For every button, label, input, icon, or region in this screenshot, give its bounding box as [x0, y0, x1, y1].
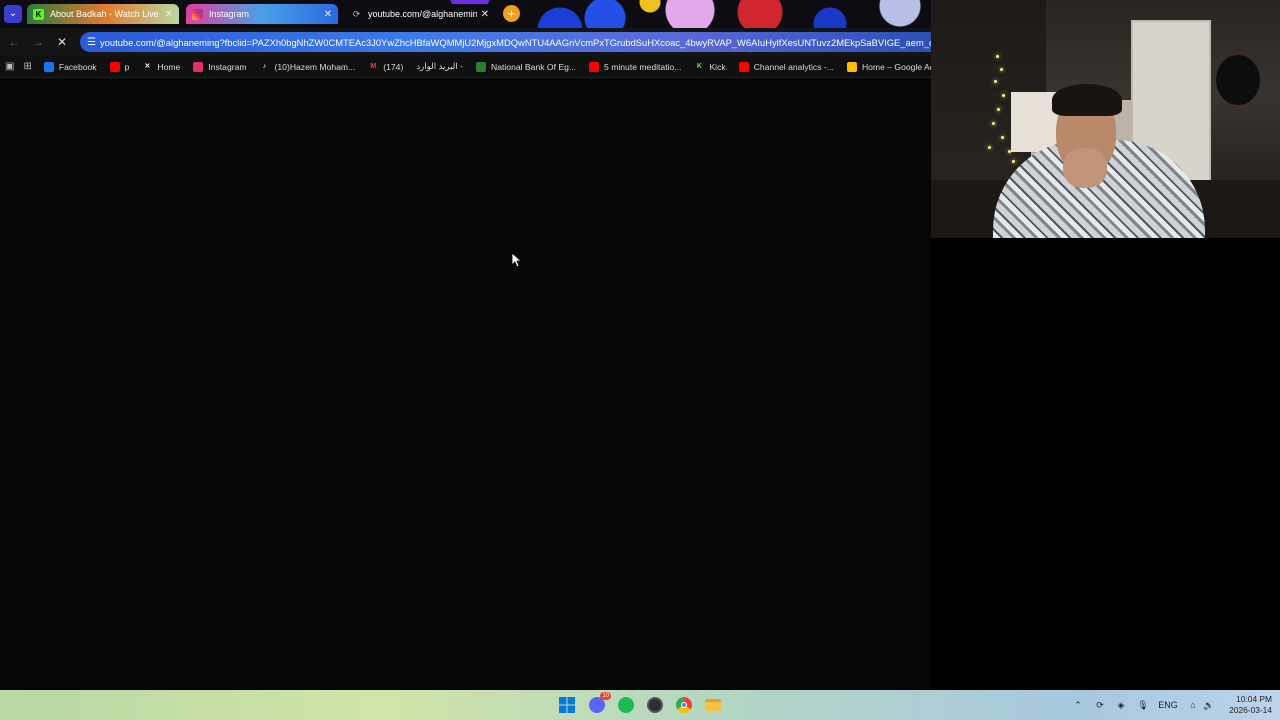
- browser-window: ⌄ K About Badkah - Watch Live on ✕ Insta…: [0, 0, 931, 690]
- back-button[interactable]: ←: [5, 33, 23, 51]
- bookmark-label: Channel analytics -...: [753, 61, 834, 72]
- bookmark-item[interactable]: K Kick: [694, 61, 726, 72]
- windows-start-icon[interactable]: [556, 694, 578, 716]
- loading-icon: ⟳: [352, 8, 361, 19]
- date: 2026-03-14: [1229, 705, 1272, 715]
- bookmark-label: 5 minute meditatio...: [604, 61, 682, 72]
- discord-icon[interactable]: 10: [586, 692, 611, 716]
- file-explorer-icon[interactable]: [702, 694, 724, 716]
- tab-strip: ⌄ K About Badkah - Watch Live on ✕ Insta…: [0, 0, 931, 28]
- close-icon[interactable]: ✕: [481, 9, 489, 20]
- close-icon[interactable]: ✕: [165, 9, 173, 20]
- google-ads-icon: [846, 61, 857, 72]
- apps-grid-icon[interactable]: ⊞: [23, 61, 31, 73]
- kick-icon: K: [696, 62, 702, 70]
- bookmarks-bar: ▣ ⊞ Facebook p ✕ Home Instagram ♪ (10)Hazem Mo…: [0, 56, 931, 78]
- x-icon: ✕: [144, 62, 151, 70]
- time: 10:04 PM: [1236, 694, 1272, 704]
- bookmark-item[interactable]: Facebook: [43, 61, 97, 72]
- bookmark-label: (10)Hazem Moham...: [274, 61, 356, 72]
- instagram-icon: [192, 8, 203, 20]
- kick-icon: K: [33, 8, 44, 20]
- bookmark-label: (174): [383, 61, 404, 72]
- tab-instagram[interactable]: Instagram ✕: [186, 4, 338, 24]
- spotify-icon[interactable]: [615, 694, 637, 716]
- instagram-icon: [193, 61, 204, 72]
- facebook-icon: [43, 61, 54, 72]
- browser-toolbar: ← → ✕ ☰ youtube.com/@alghaneming?fbclid=…: [0, 28, 931, 56]
- bookmark-item[interactable]: National Bank Of Eg...: [476, 61, 577, 72]
- sync-icon[interactable]: ⟳: [1093, 698, 1107, 712]
- string-lights: [986, 50, 1016, 170]
- bookmark-label: p: [124, 61, 130, 72]
- bookmark-label: Facebook: [58, 61, 97, 72]
- tab-youtube[interactable]: ⟳ youtube.com/@alghaneming?f ✕: [345, 4, 495, 24]
- youtube-icon: [109, 61, 120, 72]
- youtube-icon: [738, 61, 749, 72]
- bookmark-item[interactable]: ♪ (10)Hazem Moham...: [260, 61, 356, 72]
- bookmark-label: Home – Google Ad...: [861, 61, 931, 72]
- new-tab-button[interactable]: +: [503, 5, 520, 22]
- url-text: youtube.com/@alghaneming?fbclid=PAZXh0bg…: [99, 36, 931, 48]
- bookmark-label: البريد الوارد -: [416, 61, 464, 71]
- microphone-icon[interactable]: 🎙: [1136, 698, 1150, 712]
- bookmark-item[interactable]: Home – Google Ad...: [846, 61, 931, 72]
- mouse-cursor-icon: [512, 253, 522, 267]
- stop-loading-button[interactable]: ✕: [53, 33, 71, 51]
- wifi-icon[interactable]: ⌂: [1186, 698, 1200, 712]
- tab-kick[interactable]: K About Badkah - Watch Live on ✕: [27, 4, 179, 24]
- page-content[interactable]: [0, 79, 931, 690]
- obs-icon[interactable]: [644, 694, 666, 716]
- tab-label: youtube.com/@alghaneming?f: [368, 9, 477, 19]
- chrome-icon[interactable]: [673, 694, 695, 716]
- bookmark-item[interactable]: ✕ Home: [142, 62, 180, 72]
- bookmark-list: Facebook p ✕ Home Instagram ♪ (10)Hazem Moham.…: [43, 61, 931, 72]
- bookmark-item[interactable]: 5 minute meditatio...: [589, 61, 682, 72]
- clock[interactable]: 10:04 PM 2026-03-14: [1222, 694, 1272, 716]
- youtube-icon: [589, 61, 600, 72]
- forward-button[interactable]: →: [29, 33, 47, 51]
- network-app-icon[interactable]: ◈: [1114, 698, 1128, 712]
- webcam-overlay: [931, 0, 1280, 238]
- language-indicator[interactable]: ENG: [1156, 698, 1180, 712]
- bookmark-item[interactable]: البريد الوارد -: [416, 61, 463, 72]
- bookmark-item[interactable]: p: [109, 61, 130, 72]
- bookmark-label: Home: [157, 61, 181, 72]
- nbe-icon: [476, 61, 487, 72]
- bookmark-item[interactable]: M (174): [368, 62, 403, 72]
- bookmark-label: Kick: [709, 61, 726, 72]
- chevron-up-icon[interactable]: ⌃: [1072, 698, 1084, 712]
- balloon: [1216, 55, 1260, 105]
- taskbar: 10 ⌃ ⟳ ◈ 🎙 ENG ⌂ 🔊 10:04 PM 2026-03-14: [0, 690, 1280, 720]
- bookmark-item[interactable]: Instagram: [193, 61, 247, 72]
- notification-badge: 10: [600, 692, 611, 700]
- site-info-icon[interactable]: ☰: [87, 37, 96, 48]
- tab-label: About Badkah - Watch Live on: [50, 9, 161, 19]
- bookmark-label: Instagram: [208, 61, 247, 72]
- close-icon[interactable]: ✕: [324, 9, 332, 20]
- tiktok-icon: ♪: [262, 62, 267, 70]
- screen: ⌄ K About Badkah - Watch Live on ✕ Insta…: [0, 0, 1280, 720]
- address-bar[interactable]: ☰ youtube.com/@alghaneming?fbclid=PAZXh0…: [80, 32, 931, 52]
- sidebar-icon[interactable]: ▣: [5, 61, 14, 73]
- tab-label: Instagram: [209, 9, 250, 19]
- gmail-icon: M: [370, 62, 377, 70]
- tab-search-button[interactable]: ⌄: [4, 5, 22, 23]
- volume-icon[interactable]: 🔊: [1202, 698, 1216, 712]
- bookmark-label: National Bank Of Eg...: [491, 61, 577, 72]
- bookmark-item[interactable]: Channel analytics -...: [738, 61, 834, 72]
